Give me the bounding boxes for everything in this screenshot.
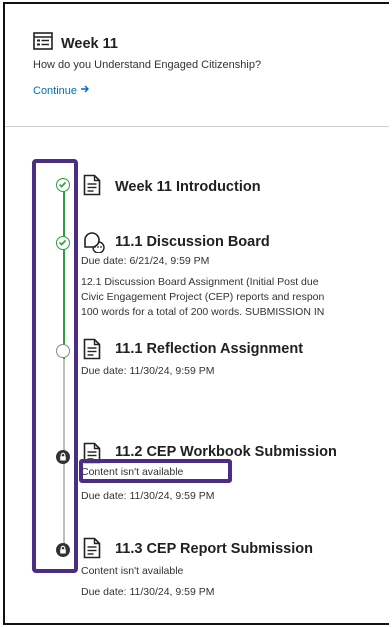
activity-description-line: 100 words for a total of 200 words. SUBM… [81, 306, 325, 318]
activity-title-cep-workbook[interactable]: 11.2 CEP Workbook Submission [115, 444, 337, 460]
due-date: Due date: 11/30/24, 9:59 PM [81, 365, 215, 377]
activity-description-line: Civic Engagement Project (CEP) reports a… [81, 291, 325, 303]
module-panel: Week 11 How do you Understand Engaged Ci… [3, 2, 389, 625]
due-date: Due date: 11/30/24, 9:59 PM [81, 586, 215, 598]
module-title-row: Week 11 [33, 32, 118, 55]
module-subtitle: How do you Understand Engaged Citizenshi… [33, 59, 262, 71]
timeline-highlight-box [32, 159, 78, 573]
document-icon [83, 174, 101, 201]
module-title: Week 11 [61, 35, 118, 52]
due-date: Due date: 11/30/24, 9:59 PM [81, 490, 215, 502]
activity-list: Week 11 Introduction 11.1 Discussion Boa… [5, 126, 389, 623]
activity-description-line: 12.1 Discussion Board Assignment (Initia… [81, 276, 319, 288]
activity-title-cep-report[interactable]: 11.3 CEP Report Submission [115, 541, 313, 557]
continue-label: Continue [33, 84, 78, 97]
module-header: Week 11 How do you Understand Engaged Ci… [5, 4, 389, 127]
availability-status: Content isn't available [81, 565, 184, 577]
due-date: Due date: 6/21/24, 9:59 PM [81, 255, 210, 267]
arrow-right-icon [80, 84, 90, 97]
activity-title-reflection[interactable]: 11.1 Reflection Assignment [115, 341, 303, 357]
activity-title-week11-intro[interactable]: Week 11 Introduction [115, 179, 261, 195]
activity-title-discussion-board[interactable]: 11.1 Discussion Board [115, 234, 270, 250]
availability-highlight-box [79, 459, 232, 483]
continue-link[interactable]: Continue [33, 84, 90, 97]
document-icon [83, 338, 101, 365]
discussion-icon [83, 231, 105, 258]
module-list-icon [33, 32, 53, 55]
document-icon [83, 537, 101, 564]
